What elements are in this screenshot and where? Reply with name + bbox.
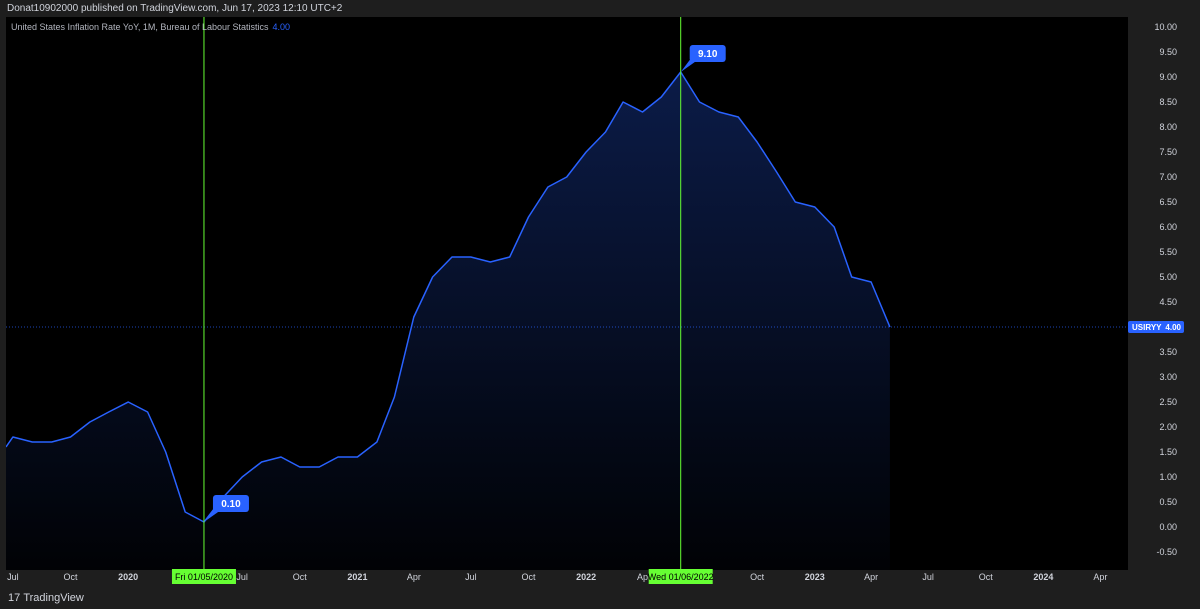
y-tick-label: 7.50 <box>1159 147 1177 157</box>
x-tick-label: 2023 <box>805 572 825 582</box>
x-tick-label: Oct <box>293 572 308 582</box>
tradingview-logo[interactable]: 17 TradingView <box>8 592 84 604</box>
x-tick-label: 2021 <box>347 572 367 582</box>
value-callout-label: 0.10 <box>221 499 241 510</box>
x-tick-label: Oct <box>64 572 79 582</box>
date-label: Fri 01/05/2020 <box>175 572 233 582</box>
y-tick-label: 0.00 <box>1159 522 1177 532</box>
y-tick-label: 7.00 <box>1159 172 1177 182</box>
price-tag-name: USIRYY <box>1132 323 1162 332</box>
x-tick-label: Jul <box>922 572 934 582</box>
y-tick-label: 3.50 <box>1159 347 1177 357</box>
footer: 17 TradingView <box>0 587 1200 609</box>
inflation-chart[interactable]: 0.10 9.10 10.00 9.50 9.00 8.50 8.00 7.50 7.00 6.… <box>6 17 1194 587</box>
x-tick-label: Oct <box>979 572 994 582</box>
y-tick-label: 1.00 <box>1159 472 1177 482</box>
x-tick-label: Apr <box>1093 572 1107 582</box>
y-tick-label: 9.50 <box>1159 47 1177 57</box>
y-tick-label: 0.50 <box>1159 497 1177 507</box>
y-axis[interactable]: 10.00 9.50 9.00 8.50 8.00 7.50 7.00 6.50 6.00 5.5… <box>1128 22 1184 557</box>
x-tick-label: Ap <box>637 572 648 582</box>
y-tick-label: 2.00 <box>1159 422 1177 432</box>
x-tick-label: Apr <box>864 572 878 582</box>
y-tick-label: 1.50 <box>1159 447 1177 457</box>
x-tick-label: 2024 <box>1033 572 1053 582</box>
y-tick-label: 10.00 <box>1154 22 1177 32</box>
x-tick-label: Jul <box>7 572 19 582</box>
x-tick-label: Apr <box>407 572 421 582</box>
y-tick-label: 4.50 <box>1159 297 1177 307</box>
tradingview-brand: TradingView <box>23 592 84 604</box>
y-tick-label: 2.50 <box>1159 397 1177 407</box>
y-tick-label: 8.50 <box>1159 97 1177 107</box>
x-tick-label: Oct <box>750 572 765 582</box>
legend-last-value: 4.00 <box>272 22 291 32</box>
published-header: Donat10902000 published on TradingView.c… <box>0 0 1200 17</box>
y-tick-label: 6.00 <box>1159 222 1177 232</box>
x-tick-label: Oct <box>521 572 536 582</box>
y-tick-label: 9.00 <box>1159 72 1177 82</box>
date-label: Wed 01/06/2022 <box>648 572 714 582</box>
x-tick-label: 2020 <box>118 572 138 582</box>
y-tick-label: 5.50 <box>1159 247 1177 257</box>
y-tick-label: 8.00 <box>1159 122 1177 132</box>
legend-title: United States Inflation Rate YoY, 1M, Bu… <box>11 22 269 32</box>
y-tick-label: 3.00 <box>1159 372 1177 382</box>
y-tick-label: -0.50 <box>1156 547 1177 557</box>
x-tick-label: Jul <box>236 572 248 582</box>
value-callout-label: 9.10 <box>698 49 718 60</box>
tradingview-logo-icon: 17 <box>8 592 21 604</box>
legend[interactable]: United States Inflation Rate YoY, 1M, Bu… <box>11 22 290 32</box>
y-tick-label: 5.00 <box>1159 272 1177 282</box>
x-tick-label: 2022 <box>576 572 596 582</box>
price-tag-value: 4.00 <box>1165 323 1181 332</box>
y-tick-label: 6.50 <box>1159 197 1177 207</box>
x-tick-label: Jul <box>465 572 477 582</box>
x-axis[interactable]: Jul Oct 2020 Jul Oct 2021 Apr Jul Oct 2022 Ap Oct 20… <box>7 569 1107 584</box>
